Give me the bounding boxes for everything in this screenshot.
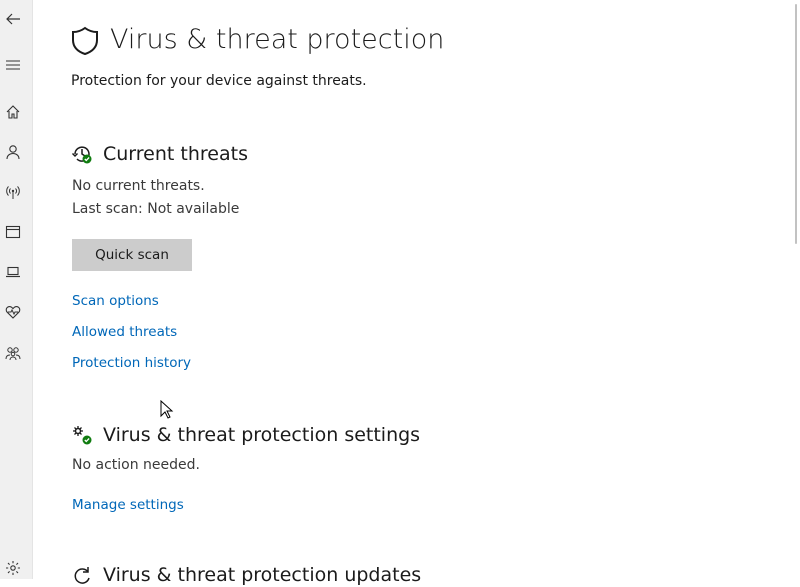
health-heart-icon[interactable] (4, 303, 22, 321)
network-icon[interactable] (4, 183, 22, 201)
shield-icon (72, 26, 98, 56)
family-icon[interactable] (4, 344, 22, 362)
app-browser-icon[interactable] (4, 223, 22, 241)
settings-status-text: No action needed. (72, 457, 200, 473)
page-subtitle: Protection for your device against threa… (71, 73, 367, 89)
last-scan-text: Last scan: Not available (72, 201, 240, 217)
settings-gear-icon[interactable] (4, 559, 22, 577)
mouse-pointer-icon (160, 400, 174, 419)
page-title: Virus & threat protection (110, 24, 445, 55)
protection-settings-heading: Virus & threat protection settings (103, 424, 421, 446)
updates-refresh-icon (74, 567, 90, 584)
device-security-icon[interactable] (4, 263, 22, 281)
quick-scan-button[interactable]: Quick scan (72, 239, 192, 271)
protection-updates-heading: Virus & threat protection updates (103, 564, 422, 586)
threat-status-text: No current threats. (72, 178, 205, 194)
hamburger-menu-icon[interactable] (4, 56, 22, 74)
protection-history-link[interactable]: Protection history (72, 355, 191, 371)
scrollbar[interactable] (788, 0, 800, 579)
settings-gears-icon (73, 426, 92, 445)
back-arrow-icon[interactable] (4, 10, 22, 28)
account-icon[interactable] (4, 143, 22, 161)
scan-options-link[interactable]: Scan options (72, 293, 159, 309)
home-icon[interactable] (4, 103, 22, 121)
nav-rail (0, 0, 33, 579)
current-threats-heading: Current threats (103, 143, 248, 165)
manage-settings-link[interactable]: Manage settings (72, 497, 184, 513)
threat-history-icon (71, 146, 92, 164)
scrollbar-thumb[interactable] (795, 4, 797, 244)
main-content: Virus & threat protection Protection for… (33, 0, 788, 586)
allowed-threats-link[interactable]: Allowed threats (72, 324, 177, 340)
